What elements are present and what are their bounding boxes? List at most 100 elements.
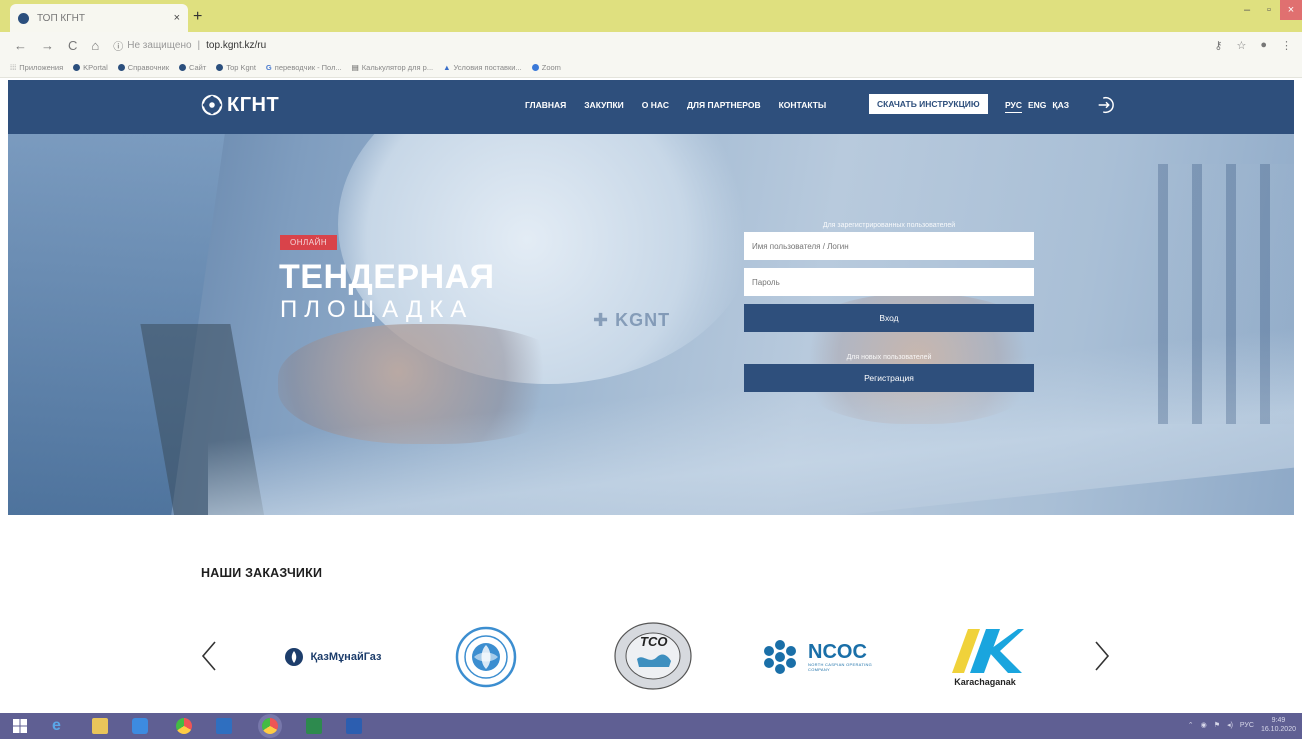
lang-kaz[interactable]: ҚАЗ (1052, 98, 1069, 113)
tco-text: TCO (640, 634, 668, 649)
customers-title: НАШИ ЗАКАЗЧИКИ (201, 566, 323, 580)
tray-flag-icon[interactable]: ⚑ (1214, 721, 1220, 729)
lang-rus[interactable]: РУС (1005, 98, 1022, 113)
excel-icon[interactable] (306, 718, 322, 734)
bookmark-label: Приложения (19, 63, 64, 72)
home-button[interactable]: ⌂ (91, 38, 99, 53)
lang-eng[interactable]: ENG (1028, 98, 1046, 113)
chevron-left-icon[interactable] (200, 640, 218, 672)
tray-clock[interactable]: 9:49 16.10.2020 (1261, 716, 1296, 734)
bookmark-item[interactable]: ▤ Калькулятор для р... (352, 63, 433, 72)
bookmark-item[interactable]: Zoom (531, 63, 561, 72)
register-button[interactable]: Регистрация (744, 364, 1034, 392)
calculator-icon: ▤ (351, 63, 359, 72)
menu-icon[interactable]: ⋮ (1281, 39, 1292, 52)
hero-banner: ✚ KGNT ОНЛАЙН ТЕНДЕРНАЯ ПЛОЩАДКА Для зар… (8, 134, 1294, 515)
url-divider: | (197, 39, 201, 51)
outlook-icon[interactable] (216, 718, 232, 734)
google-icon: G (265, 63, 272, 72)
ncoc-wordmark: NCOC NORTH CASPIAN OPERATING COMPANY (808, 642, 888, 672)
bookmark-item[interactable]: KPortal (73, 63, 108, 72)
back-button[interactable]: ← (14, 38, 27, 53)
login-button[interactable]: Вход (744, 304, 1034, 332)
reload-button[interactable]: C (68, 38, 77, 53)
internet-explorer-icon[interactable]: e (52, 718, 68, 734)
nav-item-home[interactable]: ГЛАВНАЯ (525, 98, 566, 112)
new-tab-button[interactable]: + (193, 8, 202, 26)
bookmark-item[interactable]: Gпереводчик - Пол... (266, 63, 342, 72)
window-close-button[interactable]: × (1280, 0, 1302, 20)
word-icon[interactable] (346, 718, 362, 734)
window-controls: – ▫ × (1236, 0, 1302, 20)
drive-icon: ▲ (443, 63, 451, 72)
registered-users-caption: Для зарегистрированных пользователей (822, 222, 956, 229)
file-explorer-icon[interactable] (92, 718, 108, 734)
info-icon[interactable]: ⓘ (113, 38, 123, 53)
login-icon[interactable] (1095, 94, 1117, 116)
customer-logo-karachaganak[interactable]: Karachaganak (940, 624, 1030, 690)
bookmark-label: Сайт (189, 63, 207, 72)
browser-tab-bar: ТОП КГНТ × + – ▫ × (0, 0, 1302, 32)
hero-photo-columns (1158, 164, 1294, 424)
nav-item-contacts[interactable]: КОНТАКТЫ (779, 98, 827, 112)
kgnt-logo-icon (201, 94, 223, 116)
nav-item-purchases[interactable]: ЗАКУПКИ (584, 98, 624, 112)
maximize-button[interactable]: ▫ (1258, 0, 1280, 20)
ncoc-subtext: NORTH CASPIAN OPERATING COMPANY (808, 662, 873, 672)
windows-start-icon[interactable] (12, 718, 28, 734)
bookmark-item[interactable]: Сайт (179, 63, 206, 72)
customer-logo-tco[interactable]: TCO (610, 620, 696, 692)
logo-text: КГНТ (227, 94, 280, 116)
chrome-icon[interactable] (176, 718, 192, 734)
bookmark-apps[interactable]: ⁞⁞⁞ Приложения (10, 63, 63, 72)
nav-item-partners[interactable]: ДЛЯ ПАРТНЕРОВ (687, 98, 761, 112)
kgnt-bookmark-icon (216, 64, 224, 71)
tab-title: ТОП КГНТ (37, 12, 85, 24)
key-icon[interactable]: ⚷ (1214, 39, 1222, 52)
main-nav: ГЛАВНАЯ ЗАКУПКИ О НАС ДЛЯ ПАРТНЕРОВ КОНТ… (525, 98, 826, 112)
chrome-active-icon[interactable] (262, 718, 278, 734)
hero-title: ТЕНДЕРНАЯ (279, 258, 495, 296)
kazmunaygas-text: ҚазМұнайГаз (310, 651, 382, 663)
tray-date: 16.10.2020 (1260, 726, 1296, 733)
customer-logo-ncoc[interactable]: NCOC NORTH CASPIAN OPERATING COMPANY (758, 637, 888, 677)
security-label: Не защищено (127, 39, 192, 51)
kgnt-logo[interactable]: КГНТ (201, 94, 279, 116)
site-header: КГНТ ГЛАВНАЯ ЗАКУПКИ О НАС ДЛЯ ПАРТНЕРОВ… (8, 80, 1294, 134)
outlook-calendar-icon[interactable] (132, 718, 148, 734)
tray-language[interactable]: РУС (1240, 722, 1254, 729)
address-bar[interactable]: top.kgnt.kz/ru (206, 40, 266, 51)
browser-tab[interactable]: ТОП КГНТ × (10, 4, 188, 32)
bookmark-item[interactable]: Справочник (117, 63, 169, 72)
kgnt-bookmark-icon (73, 64, 81, 71)
bookmark-label: Zoom (541, 63, 561, 72)
tray-time: 9:49 (1271, 717, 1286, 724)
bookmark-label: KPortal (83, 63, 108, 72)
tray-volume-icon[interactable]: ◂) (1227, 721, 1233, 729)
bookmark-item[interactable]: Top Kgnt (216, 63, 256, 72)
site-favicon-icon (18, 12, 29, 24)
toolbar-right-icons: ⚷ ☆ ● ⋮ (1214, 39, 1292, 52)
customer-logo-kazmunaygas[interactable]: ҚазМұнайГаз (268, 646, 398, 668)
download-instructions-button[interactable]: СКАЧАТЬ ИНСТРУКЦИЮ (869, 94, 988, 114)
profile-icon[interactable]: ● (1260, 39, 1267, 52)
username-input[interactable] (744, 232, 1034, 260)
customer-logo-seal[interactable] (443, 624, 529, 690)
apps-grid-icon: ⁞⁞⁞ (10, 63, 17, 72)
hero-photo-helmet-logo: ✚ KGNT (593, 310, 671, 330)
tray-network-icon[interactable]: ◉ (1201, 721, 1207, 729)
new-users-caption: Для новых пользователей (846, 354, 932, 361)
chevron-right-icon[interactable] (1093, 640, 1111, 672)
bookmark-item[interactable]: ▲ Условия поставки... (443, 63, 522, 72)
minimize-button[interactable]: – (1236, 0, 1258, 20)
language-switcher: РУС ENG ҚАЗ (1005, 98, 1069, 113)
forward-button[interactable]: → (41, 38, 54, 53)
ncoc-text: NCOC (808, 641, 867, 663)
online-badge: ОНЛАЙН (280, 235, 338, 250)
nav-item-about[interactable]: О НАС (642, 98, 669, 112)
star-icon[interactable]: ☆ (1236, 39, 1246, 52)
password-input[interactable] (744, 268, 1034, 296)
tab-close-icon[interactable]: × (174, 12, 180, 24)
tray-chevron-icon[interactable]: ⌃ (1188, 721, 1194, 729)
kgnt-bookmark-icon (179, 64, 187, 71)
